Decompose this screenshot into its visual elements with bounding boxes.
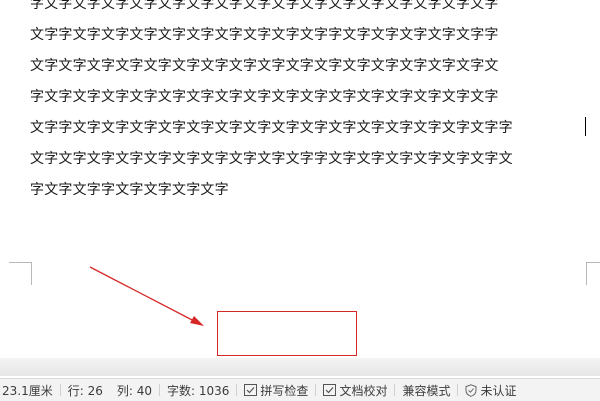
text-line: 文字字文字文字文字文字文字文字文字文字文字文字文字文字文字文字文字字 [30, 120, 513, 136]
proofread-button[interactable]: 文档校对 [316, 379, 394, 401]
compat-mode-indicator[interactable]: 兼容模式 [395, 379, 457, 401]
text-line: 文字文字文字文字文字文字文字文字文字文字文字文字文字文字文字文字文 [30, 58, 499, 74]
status-word-count-label: 字数: 1036 [167, 383, 230, 398]
certification-status[interactable]: 未认证 [458, 379, 523, 401]
text-line: 文字文字文字文字文字文字文字文字文字文字字文字文字文字文字文字文字文 [30, 151, 513, 167]
spell-check-label: 拼写检查 [260, 383, 309, 398]
spell-check-icon [244, 384, 258, 396]
certification-label: 未认证 [480, 383, 517, 398]
status-position-label: 23.1厘米 [2, 383, 53, 398]
status-position[interactable]: 23.1厘米 [0, 379, 60, 401]
text-line: 字文字文字文字文字文字文字文字文字文字文字文字文字文字文字文字文字 [30, 89, 499, 105]
proofread-label: 文档校对 [339, 383, 388, 398]
proofread-icon [323, 384, 337, 396]
status-row[interactable]: 行: 26 [61, 379, 110, 401]
shield-icon [465, 383, 477, 397]
status-word-count[interactable]: 字数: 1036 [160, 379, 236, 401]
annotation-highlight-box [217, 311, 357, 356]
page-corner-mark-right [586, 262, 600, 285]
document-text[interactable]: 字文字文字文字文字文字文字文字文字文字文字文字文字文字文字文字文字 文字字文字文… [30, 0, 590, 206]
status-bar: 23.1厘米 行: 26 列: 40 字数: 1036 拼写检查 文档校对 兼容… [0, 378, 600, 401]
document-page[interactable]: 字文字文字文字文字文字文字文字文字文字文字文字文字文字文字文字文字 文字字文字文… [0, 0, 600, 360]
text-line: 字文字文字文字文字文字文字文字文字文字文字文字文字文字文字文字文字 [30, 0, 499, 12]
text-line: 字文字文字字文字文字文字文字 [30, 182, 229, 198]
status-row-label: 行: 26 [67, 383, 103, 398]
status-column[interactable]: 列: 40 [110, 379, 159, 401]
spell-check-button[interactable]: 拼写检查 [237, 379, 315, 401]
status-column-label: 列: 40 [116, 383, 153, 398]
compat-mode-label: 兼容模式 [402, 383, 451, 398]
text-cursor [585, 117, 586, 136]
page-corner-mark-left [9, 262, 32, 285]
page-gap [0, 358, 600, 376]
text-line: 文字字文字文字文字文字文字文字文字文字文字字文字文字文字文字文字字 [30, 27, 499, 43]
